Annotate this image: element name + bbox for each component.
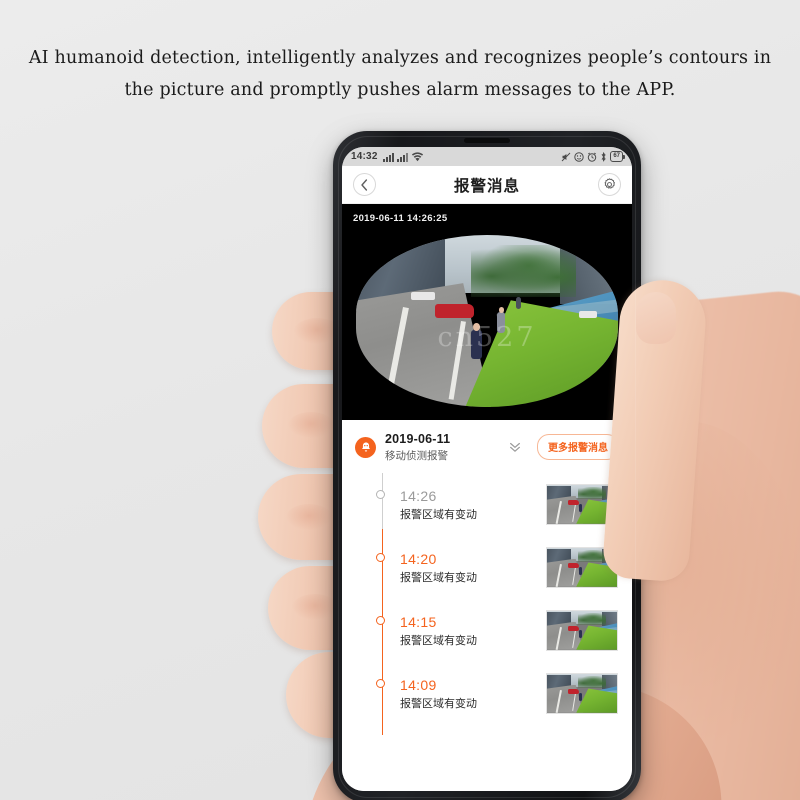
chevron-left-icon — [361, 178, 368, 191]
phone-device: 14:32 67 报警消息 2019-06-11 14:26:25 cn527 … — [333, 131, 641, 800]
alarm-thumbnail[interactable] — [546, 609, 618, 651]
day-subtitle: 移动侦测报警 — [385, 449, 448, 462]
list-item[interactable]: 14:20 报警区域有变动 — [375, 536, 632, 599]
alarm-thumbnail[interactable] — [546, 672, 618, 714]
alarm-timeline: 14:26 报警区域有变动 14:20 报警区域有变动 14:15 报警区域有变… — [342, 472, 632, 735]
thumb-nail — [636, 292, 676, 344]
list-item-texts: 14:15 报警区域有变动 — [383, 613, 546, 648]
alarm-desc: 报警区域有变动 — [400, 507, 477, 521]
alarm-desc: 报警区域有变动 — [400, 633, 477, 647]
face-icon — [574, 151, 585, 162]
app-title-bar: 报警消息 — [342, 166, 632, 204]
status-bar-right: 67 — [561, 151, 625, 162]
phone-screen: 14:32 67 报警消息 2019-06-11 14:26:25 cn527 … — [342, 147, 632, 791]
back-button[interactable] — [353, 173, 376, 196]
battery-level: 67 — [613, 153, 620, 159]
status-time: 14:32 — [351, 151, 378, 162]
alarm-desc: 报警区域有变动 — [400, 570, 477, 584]
day-date: 2019-06-11 — [385, 432, 451, 446]
alarm-clock-icon — [588, 152, 597, 162]
chevron-double-down-icon — [510, 443, 520, 453]
alarm-list-panel: 2019-06-11 移动侦测报警 更多报警消息 14:26 报警区域有变动 1… — [342, 420, 632, 791]
video-timestamp: 2019-06-11 14:26:25 — [353, 213, 448, 224]
list-item-texts: 14:09 报警区域有变动 — [383, 676, 546, 711]
timeline-dot — [375, 678, 385, 688]
alarm-bell-icon — [355, 436, 376, 458]
status-bar: 14:32 67 — [342, 147, 632, 166]
red-car — [434, 303, 474, 318]
scrollbar[interactable] — [627, 480, 629, 570]
page-title: 报警消息 — [453, 176, 520, 195]
list-item-texts: 14:26 报警区域有变动 — [383, 487, 546, 522]
timeline-dot — [375, 552, 385, 562]
list-item[interactable]: 14:26 报警区域有变动 — [375, 473, 632, 536]
alarm-time: 14:15 — [400, 613, 437, 630]
settings-button[interactable] — [597, 173, 621, 196]
alarm-time: 14:09 — [400, 676, 437, 693]
alarm-desc: 报警区域有变动 — [400, 696, 477, 710]
alarm-bell-glyph — [361, 442, 370, 453]
battery-icon: 67 — [610, 151, 625, 162]
signal-bars-icon — [382, 152, 394, 162]
caption-text: AI humanoid detection, intelligently ana… — [28, 48, 772, 100]
mute-icon — [561, 152, 571, 161]
signal-bars-icon — [396, 152, 408, 162]
person-primary — [471, 329, 482, 359]
expand-button[interactable] — [503, 440, 527, 454]
alarm-time: 14:26 — [400, 487, 437, 504]
list-item-texts: 14:20 报警区域有变动 — [383, 550, 546, 585]
alarm-thumbnail[interactable] — [546, 483, 618, 525]
earpiece-slot — [464, 138, 510, 143]
list-item[interactable]: 14:15 报警区域有变动 — [375, 599, 632, 662]
bluetooth-icon — [601, 151, 606, 162]
list-item[interactable]: 14:09 报警区域有变动 — [375, 662, 632, 725]
alarm-thumbnail[interactable] — [546, 546, 618, 588]
timeline-dot — [375, 615, 385, 625]
status-bar-left: 14:32 — [351, 151, 424, 162]
day-header: 2019-06-11 移动侦测报警 更多报警消息 — [342, 420, 632, 473]
day-header-texts: 2019-06-11 移动侦测报警 — [385, 432, 503, 463]
timeline-dot — [375, 489, 385, 499]
video-scene — [356, 235, 618, 407]
alarm-time: 14:20 — [400, 550, 437, 567]
screenshot-stage: AI humanoid detection, intelligently ana… — [0, 0, 800, 800]
fisheye-video-frame — [356, 235, 618, 407]
wifi-icon — [411, 151, 423, 161]
gear-icon — [604, 178, 615, 189]
video-player[interactable]: 2019-06-11 14:26:25 cn527 — [342, 204, 632, 420]
more-alarm-messages-button[interactable]: 更多报警消息 — [537, 434, 619, 461]
